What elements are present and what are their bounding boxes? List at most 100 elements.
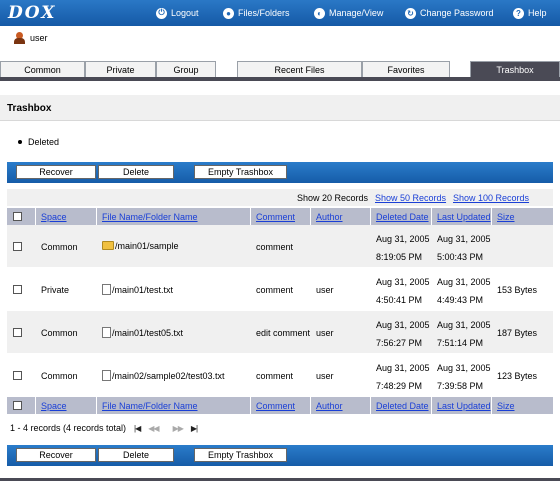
show-50-records-link[interactable]: Show 50 Records bbox=[375, 193, 446, 203]
files-folders-link[interactable]: ● Files/Folders bbox=[223, 6, 290, 20]
row-comment: comment bbox=[256, 285, 294, 295]
app-logo: DOX bbox=[8, 3, 57, 23]
records-per-page: Show 20 Records Show 50 Records Show 100… bbox=[7, 189, 553, 206]
logout-label: Logout bbox=[171, 8, 199, 18]
sort-author-link[interactable]: Author bbox=[316, 401, 343, 411]
select-all-checkbox[interactable] bbox=[13, 401, 22, 410]
action-bar-bottom: Recover Delete Empty Trashbox bbox=[7, 445, 553, 466]
status-message: Deleted bbox=[18, 137, 59, 147]
sort-space-link[interactable]: Space bbox=[41, 212, 67, 222]
tab-common[interactable]: Common bbox=[0, 61, 85, 77]
sort-author-link[interactable]: Author bbox=[316, 212, 343, 222]
change-password-icon: ↻ bbox=[405, 7, 416, 19]
recover-button[interactable]: Recover bbox=[16, 165, 96, 179]
page-header: Trashbox bbox=[0, 95, 560, 121]
manage-view-link[interactable]: ◐ Manage/View bbox=[314, 6, 383, 20]
row-size: 123 Bytes bbox=[497, 371, 538, 381]
table-footer-header: Space File Name/Folder Name Comment Auth… bbox=[7, 397, 553, 414]
sort-deleted-date-link[interactable]: Deleted Date bbox=[376, 212, 429, 222]
tab-trashbox[interactable]: Trashbox bbox=[470, 61, 560, 77]
row-updated-date: Aug 31, 2005 bbox=[437, 277, 491, 287]
bullet-icon bbox=[18, 140, 22, 144]
manage-view-icon: ◐ bbox=[314, 7, 325, 19]
tab-recent-files[interactable]: Recent Files bbox=[237, 61, 362, 77]
delete-button[interactable]: Delete bbox=[98, 448, 174, 462]
row-checkbox[interactable] bbox=[13, 328, 22, 337]
row-author: user bbox=[316, 371, 334, 381]
show-100-records-link[interactable]: Show 100 Records bbox=[453, 193, 529, 203]
row-updated-date: Aug 31, 2005 bbox=[437, 320, 491, 330]
help-link[interactable]: ? Help bbox=[513, 6, 547, 20]
row-author: user bbox=[316, 328, 334, 338]
row-deleted-time: 8:19:05 PM bbox=[376, 252, 423, 262]
row-deleted-date: Aug 31, 2005 bbox=[376, 277, 430, 287]
sort-last-updated-link[interactable]: Last Updated bbox=[437, 401, 491, 411]
row-updated-time: 7:51:14 PM bbox=[437, 338, 484, 348]
files-folders-icon: ● bbox=[223, 7, 234, 19]
tab-private[interactable]: Private bbox=[85, 61, 156, 77]
tab-underline bbox=[0, 77, 560, 81]
sort-name-link[interactable]: File Name/Folder Name bbox=[102, 401, 198, 411]
row-space: Common bbox=[41, 328, 78, 338]
row-checkbox[interactable] bbox=[13, 371, 22, 380]
row-author: user bbox=[316, 285, 334, 295]
row-updated-time: 7:39:58 PM bbox=[437, 381, 484, 391]
row-file-name[interactable]: /main01/sample bbox=[102, 241, 179, 251]
row-updated-time: 4:49:43 PM bbox=[437, 295, 484, 305]
row-file-name[interactable]: /main01/test05.txt bbox=[102, 327, 183, 338]
tab-favorites[interactable]: Favorites bbox=[362, 61, 450, 77]
empty-trashbox-button[interactable]: Empty Trashbox bbox=[194, 165, 287, 179]
row-updated-time: 5:00:43 PM bbox=[437, 252, 484, 262]
row-space: Common bbox=[41, 242, 78, 252]
show-20-records: Show 20 Records bbox=[297, 193, 369, 203]
select-all-checkbox[interactable] bbox=[13, 212, 22, 221]
sort-space-link[interactable]: Space bbox=[41, 401, 67, 411]
row-comment: comment bbox=[256, 242, 294, 252]
table-row: Private /main01/test.txt comment user Au… bbox=[7, 268, 553, 310]
table-row: Common /main01/test05.txt edit comment u… bbox=[7, 311, 553, 353]
file-icon bbox=[102, 284, 111, 295]
prev-page-icon[interactable]: ◀◀ bbox=[148, 424, 159, 433]
sort-last-updated-link[interactable]: Last Updated bbox=[437, 212, 491, 222]
logout-link[interactable]: ⏻ Logout bbox=[156, 6, 199, 20]
row-deleted-date: Aug 31, 2005 bbox=[376, 363, 430, 373]
row-file-name[interactable]: /main02/sample02/test03.txt bbox=[102, 370, 225, 381]
row-deleted-date: Aug 31, 2005 bbox=[376, 234, 430, 244]
table-row: Common /main02/sample02/test03.txt comme… bbox=[7, 354, 553, 396]
table-header: Space File Name/Folder Name Comment Auth… bbox=[7, 208, 553, 225]
sort-deleted-date-link[interactable]: Deleted Date bbox=[376, 401, 429, 411]
row-deleted-time: 7:48:29 PM bbox=[376, 381, 423, 391]
change-password-link[interactable]: ↻ Change Password bbox=[405, 6, 494, 20]
change-password-label: Change Password bbox=[420, 8, 494, 18]
sort-comment-link[interactable]: Comment bbox=[256, 212, 295, 222]
row-space: Private bbox=[41, 285, 70, 295]
row-comment: edit comment bbox=[256, 328, 311, 338]
row-size: 187 Bytes bbox=[497, 328, 538, 338]
table-row: Common /main01/sample comment Aug 31, 20… bbox=[7, 225, 553, 267]
top-bar: DOX ⏻ Logout ● Files/Folders ◐ Manage/Vi… bbox=[0, 0, 560, 26]
help-label: Help bbox=[528, 8, 547, 18]
status-message-text: Deleted bbox=[28, 137, 60, 147]
tab-group[interactable]: Group bbox=[156, 61, 216, 77]
row-file-name[interactable]: /main01/test.txt bbox=[102, 284, 173, 295]
sort-name-link[interactable]: File Name/Folder Name bbox=[102, 212, 198, 222]
files-folders-label: Files/Folders bbox=[238, 8, 290, 18]
recover-button[interactable]: Recover bbox=[16, 448, 96, 462]
last-page-icon[interactable]: ▶| bbox=[191, 424, 198, 433]
help-icon: ? bbox=[513, 7, 524, 19]
next-page-icon[interactable]: ▶▶ bbox=[173, 424, 184, 433]
logout-icon: ⏻ bbox=[156, 7, 167, 19]
row-deleted-time: 7:56:27 PM bbox=[376, 338, 423, 348]
user-info: user bbox=[14, 32, 48, 44]
delete-button[interactable]: Delete bbox=[98, 165, 174, 179]
row-checkbox[interactable] bbox=[13, 242, 22, 251]
first-page-icon[interactable]: |◀ bbox=[134, 424, 141, 433]
sort-comment-link[interactable]: Comment bbox=[256, 401, 295, 411]
row-space: Common bbox=[41, 371, 78, 381]
sort-size-link[interactable]: Size bbox=[497, 401, 515, 411]
row-size: 153 Bytes bbox=[497, 285, 538, 295]
row-checkbox[interactable] bbox=[13, 285, 22, 294]
action-bar-top: Recover Delete Empty Trashbox bbox=[7, 162, 553, 183]
empty-trashbox-button[interactable]: Empty Trashbox bbox=[194, 448, 287, 462]
sort-size-link[interactable]: Size bbox=[497, 212, 515, 222]
